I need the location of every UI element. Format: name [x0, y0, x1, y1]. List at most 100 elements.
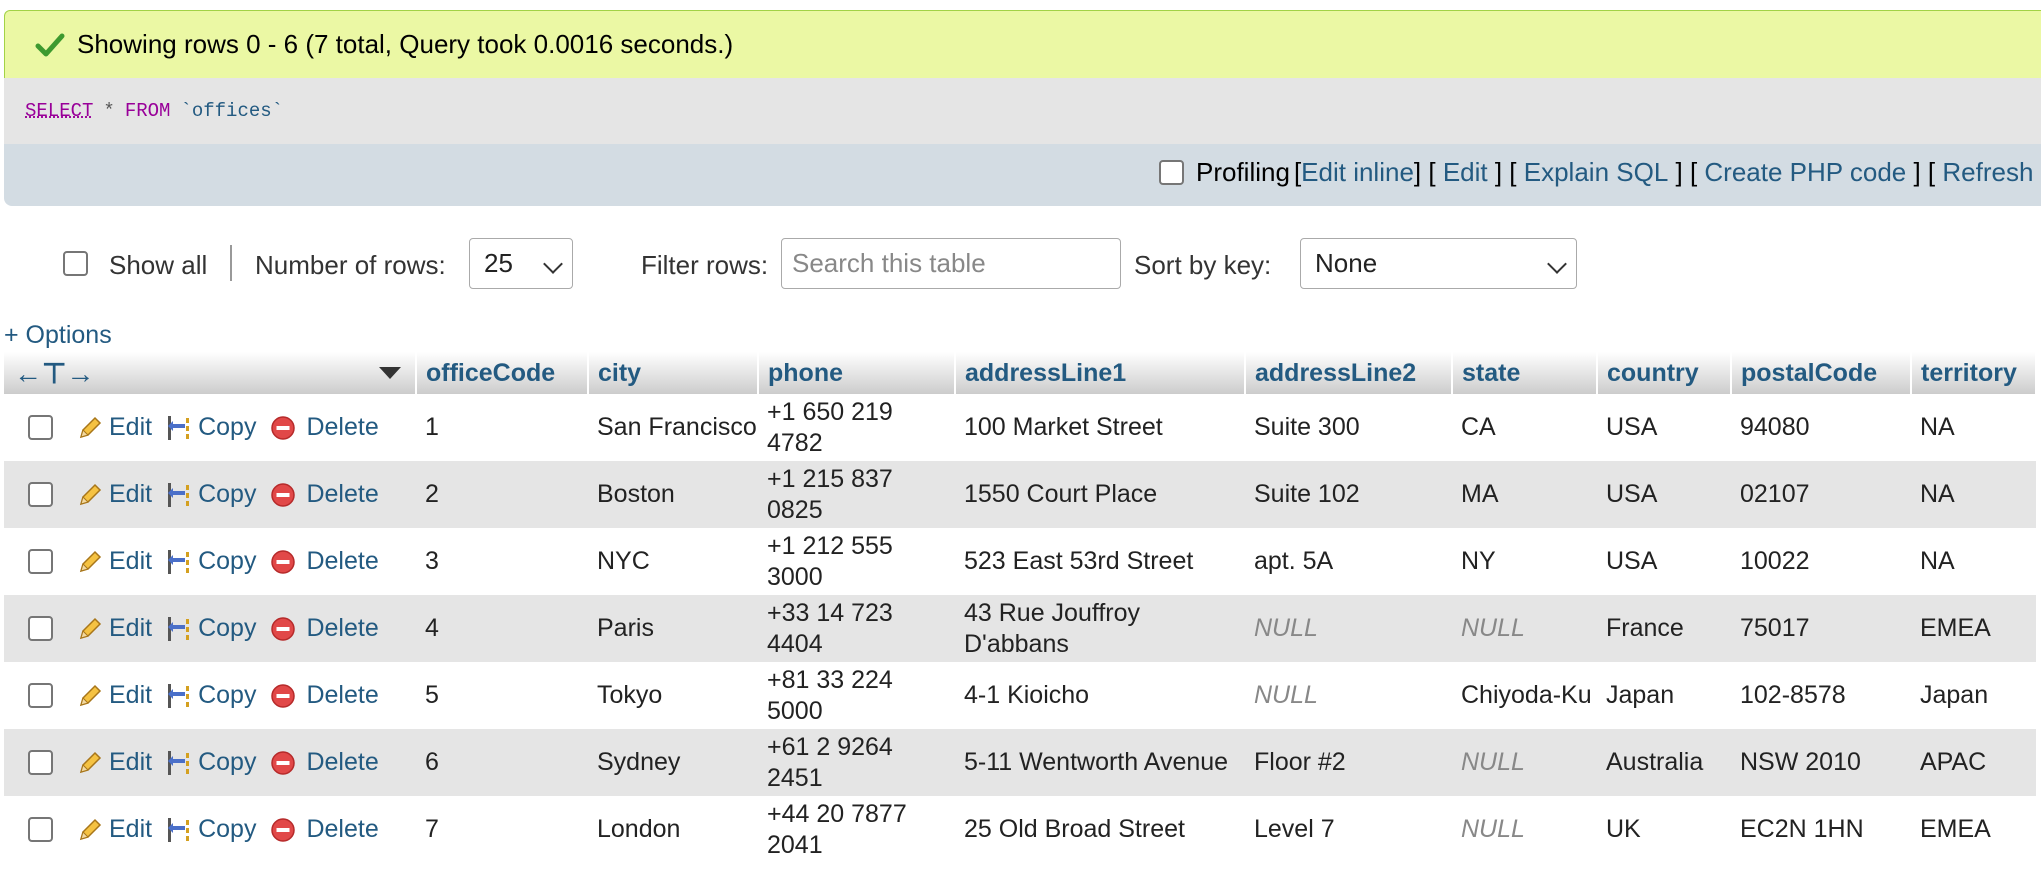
cell-phone[interactable]: +44 20 7877 2041 — [758, 796, 955, 863]
cell-state[interactable]: NY — [1452, 528, 1597, 595]
cell-postalcode[interactable]: 94080 — [1731, 394, 1911, 461]
row-select-checkbox[interactable] — [28, 750, 53, 775]
cell-addressline1[interactable]: 100 Market Street — [955, 394, 1245, 461]
cell-territory[interactable]: APAC — [1911, 729, 2036, 796]
row-delete-link[interactable]: Delete — [270, 613, 379, 644]
cell-officecode[interactable]: 6 — [416, 729, 588, 796]
cell-phone[interactable]: +1 650 219 4782 — [758, 394, 955, 461]
row-edit-link[interactable]: Edit — [77, 680, 152, 711]
row-delete-link[interactable]: Delete — [270, 680, 379, 711]
cell-addressline2[interactable]: Suite 300 — [1245, 394, 1452, 461]
cell-country[interactable]: USA — [1597, 528, 1731, 595]
cell-officecode[interactable]: 1 — [416, 394, 588, 461]
edit-inline-link[interactable]: Edit inline — [1301, 157, 1414, 188]
cell-phone[interactable]: +1 212 555 3000 — [758, 528, 955, 595]
cell-addressline2[interactable]: Floor #2 — [1245, 729, 1452, 796]
column-header-state[interactable]: state — [1452, 352, 1598, 394]
row-select-checkbox[interactable] — [28, 482, 53, 507]
cell-territory[interactable]: Japan — [1911, 662, 2036, 729]
row-select-checkbox[interactable] — [28, 683, 53, 708]
cell-country[interactable]: France — [1597, 595, 1731, 662]
cell-addressline2[interactable]: NULL — [1245, 662, 1452, 729]
row-copy-link[interactable]: Copy — [166, 479, 256, 510]
edit-query-link[interactable]: Edit — [1443, 157, 1488, 188]
cell-city[interactable]: London — [588, 796, 758, 863]
show-all-checkbox[interactable] — [63, 251, 88, 276]
cell-addressline2[interactable]: Level 7 — [1245, 796, 1452, 863]
cell-country[interactable]: USA — [1597, 394, 1731, 461]
row-select-checkbox[interactable] — [28, 549, 53, 574]
cell-postalcode[interactable]: 10022 — [1731, 528, 1911, 595]
cell-phone[interactable]: +61 2 9264 2451 — [758, 729, 955, 796]
row-delete-link[interactable]: Delete — [270, 479, 379, 510]
cell-city[interactable]: Paris — [588, 595, 758, 662]
cell-state[interactable]: NULL — [1452, 729, 1597, 796]
cell-territory[interactable]: EMEA — [1911, 796, 2036, 863]
cell-phone[interactable]: +81 33 224 5000 — [758, 662, 955, 729]
row-edit-link[interactable]: Edit — [77, 747, 152, 778]
cell-postalcode[interactable]: 75017 — [1731, 595, 1911, 662]
cell-territory[interactable]: NA — [1911, 394, 2036, 461]
cell-addressline2[interactable]: apt. 5A — [1245, 528, 1452, 595]
row-select-checkbox[interactable] — [28, 817, 53, 842]
row-delete-link[interactable]: Delete — [270, 747, 379, 778]
column-header-addressline2[interactable]: addressLine2 — [1245, 352, 1453, 394]
row-edit-link[interactable]: Edit — [77, 546, 152, 577]
row-copy-link[interactable]: Copy — [166, 546, 256, 577]
cell-officecode[interactable]: 5 — [416, 662, 588, 729]
cell-city[interactable]: Sydney — [588, 729, 758, 796]
row-copy-link[interactable]: Copy — [166, 747, 256, 778]
cell-country[interactable]: USA — [1597, 461, 1731, 528]
cell-city[interactable]: Tokyo — [588, 662, 758, 729]
cell-postalcode[interactable]: 02107 — [1731, 461, 1911, 528]
cell-city[interactable]: Boston — [588, 461, 758, 528]
sort-by-key-select[interactable]: None — [1300, 238, 1577, 289]
cell-state[interactable]: MA — [1452, 461, 1597, 528]
row-select-checkbox[interactable] — [28, 415, 53, 440]
cell-phone[interactable]: +33 14 723 4404 — [758, 595, 955, 662]
column-header-officecode[interactable]: officeCode — [416, 352, 589, 394]
cell-officecode[interactable]: 2 — [416, 461, 588, 528]
cell-postalcode[interactable]: NSW 2010 — [1731, 729, 1911, 796]
cell-state[interactable]: NULL — [1452, 796, 1597, 863]
sql-keyword-select[interactable]: SELECT — [25, 100, 93, 122]
sort-dropdown-icon[interactable] — [379, 367, 401, 379]
cell-state[interactable]: Chiyoda-Ku — [1452, 662, 1597, 729]
cell-state[interactable]: CA — [1452, 394, 1597, 461]
row-delete-link[interactable]: Delete — [270, 412, 379, 443]
cell-country[interactable]: Australia — [1597, 729, 1731, 796]
column-resize-arrows-icon[interactable]: ←⊤→ — [14, 357, 94, 390]
row-copy-link[interactable]: Copy — [166, 613, 256, 644]
cell-territory[interactable]: NA — [1911, 528, 2036, 595]
options-link[interactable]: + Options — [4, 321, 112, 350]
row-select-checkbox[interactable] — [28, 616, 53, 641]
column-header-addressline1[interactable]: addressLine1 — [955, 352, 1246, 394]
row-delete-link[interactable]: Delete — [270, 546, 379, 577]
row-copy-link[interactable]: Copy — [166, 412, 256, 443]
profiling-checkbox[interactable] — [1159, 160, 1184, 185]
explain-sql-link[interactable]: Explain SQL — [1524, 157, 1669, 188]
cell-addressline2[interactable]: Suite 102 — [1245, 461, 1452, 528]
cell-postalcode[interactable]: 102-8578 — [1731, 662, 1911, 729]
filter-rows-input[interactable]: Search this table — [781, 238, 1121, 289]
cell-addressline1[interactable]: 523 East 53rd Street — [955, 528, 1245, 595]
row-edit-link[interactable]: Edit — [77, 814, 152, 845]
cell-territory[interactable]: NA — [1911, 461, 2036, 528]
cell-city[interactable]: NYC — [588, 528, 758, 595]
cell-addressline1[interactable]: 1550 Court Place — [955, 461, 1245, 528]
cell-officecode[interactable]: 3 — [416, 528, 588, 595]
column-header-city[interactable]: city — [588, 352, 759, 394]
row-edit-link[interactable]: Edit — [77, 412, 152, 443]
cell-postalcode[interactable]: EC2N 1HN — [1731, 796, 1911, 863]
cell-country[interactable]: UK — [1597, 796, 1731, 863]
cell-territory[interactable]: EMEA — [1911, 595, 2036, 662]
row-copy-link[interactable]: Copy — [166, 680, 256, 711]
cell-city[interactable]: San Francisco — [588, 394, 758, 461]
row-copy-link[interactable]: Copy — [166, 814, 256, 845]
row-edit-link[interactable]: Edit — [77, 479, 152, 510]
row-edit-link[interactable]: Edit — [77, 613, 152, 644]
cell-phone[interactable]: +1 215 837 0825 — [758, 461, 955, 528]
row-delete-link[interactable]: Delete — [270, 814, 379, 845]
refresh-link[interactable]: Refresh — [1942, 157, 2033, 188]
cell-officecode[interactable]: 7 — [416, 796, 588, 863]
